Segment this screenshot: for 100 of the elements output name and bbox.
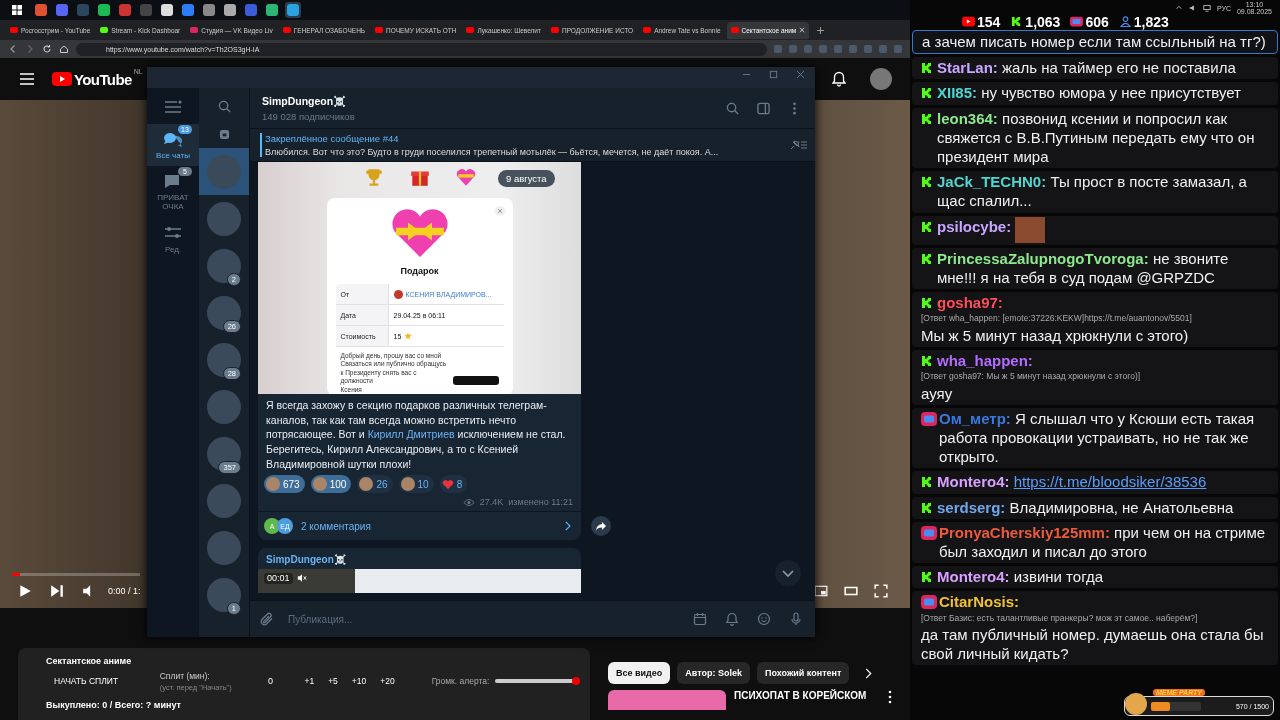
avatar	[207, 248, 241, 283]
chevron-up-icon[interactable]	[1174, 4, 1183, 12]
reload-icon[interactable]	[42, 44, 52, 54]
video-title[interactable]: ПСИХОПАТ В КОРЕЙСКОМ	[734, 690, 880, 710]
chat-message-text: Montero4: https://t.me/bloodsiker/38536	[937, 472, 1208, 492]
chevron-right-icon	[564, 521, 571, 532]
search-icon[interactable]	[217, 100, 231, 113]
reaction-chip[interactable]: 26	[357, 475, 393, 494]
close-icon[interactable]	[494, 206, 505, 216]
emoji-sticker-icon	[400, 477, 415, 492]
home-icon[interactable]	[59, 44, 69, 54]
filter-chip[interactable]: Все видео	[608, 662, 671, 684]
reaction-chip[interactable]: 673	[264, 475, 305, 494]
avatar	[207, 389, 241, 424]
k-logo-icon	[921, 252, 933, 265]
increment-button[interactable]: +1	[297, 676, 322, 686]
next-icon[interactable]	[50, 584, 64, 598]
start-split-button[interactable]: НАЧАТЬ СПЛИТ	[46, 676, 140, 686]
alert-volume-slider[interactable]	[495, 679, 580, 683]
emoji-icon[interactable]	[757, 612, 771, 626]
speaker-icon[interactable]	[1188, 4, 1197, 12]
chat-author[interactable]: wha_happen:	[937, 350, 1033, 371]
message-input[interactable]: Публикация...	[286, 612, 675, 626]
thumbnail-placeholder[interactable]	[608, 690, 726, 710]
reply-quote: [Ответ gosha97: Мы ж 5 минут назад хрюкнули с этого)]	[921, 370, 1142, 384]
reaction-chip[interactable]: 10	[398, 475, 434, 494]
start-icon[interactable]	[12, 5, 22, 15]
live-badge-icon	[921, 595, 937, 610]
folder-tab[interactable]: Ред.	[147, 217, 199, 260]
avatar[interactable]	[870, 68, 892, 90]
maximize-icon[interactable]	[769, 70, 778, 79]
edited-time: изменено 11:21	[508, 497, 573, 508]
archive-icon[interactable]	[218, 129, 230, 140]
calendar-icon[interactable]	[693, 612, 707, 626]
k-logo-icon	[921, 354, 933, 367]
chat-author[interactable]: gosha97:	[937, 292, 1003, 313]
play-icon[interactable]	[18, 584, 32, 598]
microphone-icon[interactable]	[789, 612, 803, 626]
close-icon[interactable]	[796, 70, 805, 79]
forward-icon[interactable]	[25, 44, 35, 54]
avatar	[207, 483, 241, 518]
mention-link[interactable]: Кирилл Дмитриев	[367, 428, 455, 441]
chat-bubbles-icon	[162, 130, 184, 148]
chat-text: да там публичный номер. думаешь она стала бы свой личный кидать?	[921, 625, 1265, 664]
new-tab-icon[interactable]	[817, 26, 825, 34]
scroll-down-button[interactable]	[775, 560, 801, 586]
fullscreen-icon[interactable]	[874, 584, 888, 598]
favicon-icon	[10, 27, 18, 33]
filter-chip[interactable]: Автор: Solek	[677, 662, 750, 684]
viewer-count: 154	[977, 13, 1001, 30]
sidebar-icon[interactable]	[757, 101, 770, 115]
theater-icon[interactable]	[844, 584, 858, 598]
date-badge: 9 августа	[498, 170, 555, 187]
site-logo[interactable]: YouTube	[74, 70, 132, 88]
post-author[interactable]: SimpDungeon☠	[258, 554, 581, 570]
chat-link[interactable]: https://t.me/bloodsiker/38536	[1013, 473, 1207, 491]
app-icon[interactable]	[159, 2, 175, 18]
increment-button[interactable]: +5	[321, 676, 345, 686]
avatar	[207, 530, 241, 565]
redaction-bar	[452, 375, 499, 385]
back-icon[interactable]	[8, 44, 18, 54]
close-icon[interactable]	[799, 27, 806, 33]
app-icon[interactable]	[96, 2, 112, 18]
reaction-chip[interactable]: 8	[439, 475, 468, 494]
eye-icon	[462, 497, 475, 507]
channel-name[interactable]: SimpDungeon☠	[262, 94, 708, 108]
k-logo-icon	[921, 87, 933, 100]
increment-button[interactable]: +20	[373, 676, 402, 686]
chat-text: Мы ж 5 минут назад хрюкнули с этого)	[921, 325, 1190, 345]
split-value: 0	[267, 676, 274, 686]
chat-author[interactable]: psilocybe:	[937, 216, 1012, 236]
app-icon[interactable]	[264, 2, 280, 18]
avatar	[207, 201, 241, 236]
comments-label: 2 комментария	[301, 520, 371, 532]
chat-author[interactable]: CitarNosis:	[939, 592, 1020, 612]
monitor-icon[interactable]	[1202, 4, 1211, 12]
miniplayer-icon[interactable]	[814, 584, 828, 598]
play-logo-icon[interactable]	[52, 72, 72, 86]
reaction-chip[interactable]: 100	[310, 475, 352, 494]
k-logo-icon	[921, 476, 933, 489]
avatar	[207, 342, 241, 377]
pin-list-icon[interactable]	[789, 139, 807, 151]
chevron-right-icon[interactable]	[864, 667, 873, 679]
app-icon[interactable]	[222, 2, 238, 18]
viewer-count: 1,063	[1025, 13, 1061, 30]
more-icon[interactable]	[888, 690, 892, 704]
chat-text: ауяу	[921, 383, 954, 403]
post-text: Я всегда захожу в секцию подарков различных телеграм-каналов, так как там всегда можно встретить нечто потрясающее. Вот и Кирилл Дмитриев исключением не стал. Берегитесь, Кирилл Александрович, а то с Ксенией Владимировной шутки плохи!	[265, 398, 567, 472]
share-button[interactable]	[591, 516, 611, 537]
paperclip-icon[interactable]	[260, 612, 274, 626]
live-badge-icon	[921, 411, 937, 426]
chat-message-text: serdserg: Владимировна, не Анатольевна	[937, 497, 1235, 517]
favicon-icon	[100, 27, 109, 33]
filter-chip[interactable]: Похожий контент	[757, 662, 850, 684]
increment-button[interactable]: +10	[344, 676, 374, 686]
avatar	[207, 436, 241, 471]
emoji-sticker-icon	[359, 477, 374, 492]
search-icon[interactable]	[726, 101, 739, 115]
video-thumbnail-placeholder[interactable]: 00:01	[258, 569, 581, 594]
heart-icon	[454, 166, 477, 188]
